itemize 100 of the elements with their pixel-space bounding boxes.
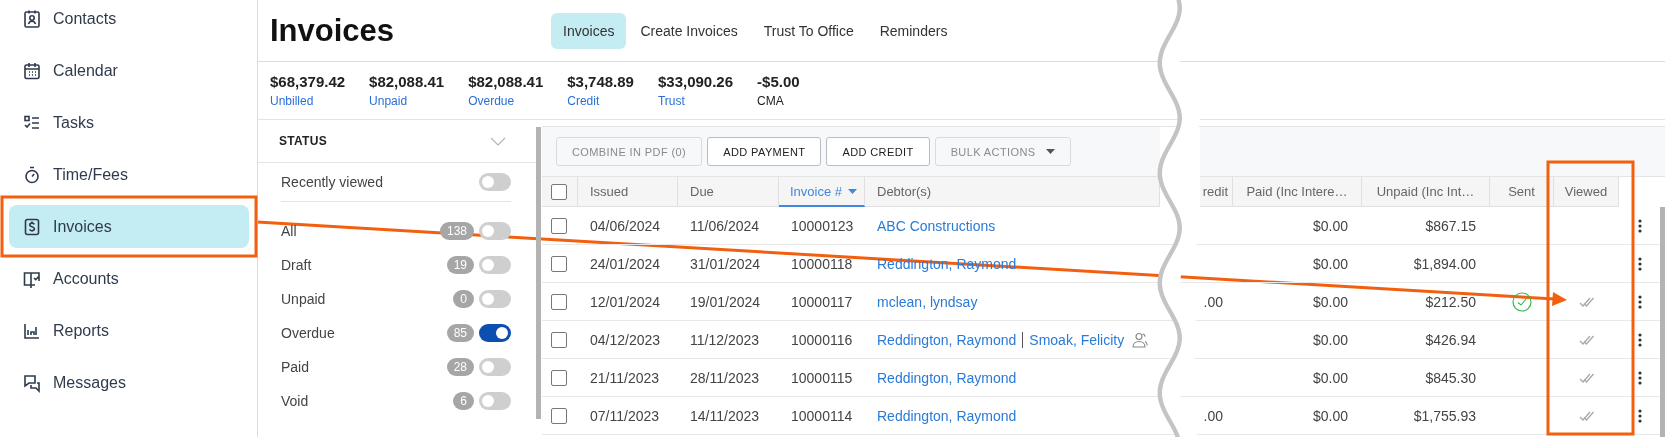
- sidebar-item[interactable]: Reports: [9, 309, 249, 352]
- debtor-link[interactable]: Smoak, Felicity: [1029, 331, 1125, 348]
- toggle-switch[interactable]: [479, 256, 511, 274]
- table-cell: 14/11/2023: [690, 407, 760, 424]
- column-header[interactable]: Issued: [578, 177, 678, 207]
- toggle-switch[interactable]: [479, 290, 511, 308]
- debtor-link[interactable]: Reddington, Raymond: [877, 407, 1017, 424]
- table-cell: 19/01/2024: [690, 293, 761, 310]
- more-icon[interactable]: [1637, 294, 1642, 309]
- table-cell: $212.50: [1425, 293, 1476, 310]
- table-cell: $0.00: [1312, 293, 1348, 310]
- sidebar-item[interactable]: Tasks: [9, 101, 249, 144]
- summary-amount: $33,090.26: [657, 73, 734, 90]
- summary-link[interactable]: Trust: [657, 94, 734, 108]
- toolbar-button[interactable]: ADD CREDIT: [826, 137, 930, 166]
- table-cell: $1,894.00: [1413, 255, 1476, 272]
- table-cell: 04/06/2024: [590, 217, 661, 234]
- people-icon: [1130, 331, 1149, 348]
- count-badge: 138: [439, 222, 474, 240]
- tab[interactable]: Trust To Office: [751, 12, 866, 49]
- table-cell: 11/12/2023: [690, 331, 760, 348]
- summary-link[interactable]: Unbilled: [270, 94, 346, 108]
- tab[interactable]: Create Invoices: [628, 12, 750, 49]
- stopwatch-icon: [22, 164, 42, 185]
- summary-link[interactable]: Credit: [567, 94, 634, 108]
- debtor-link[interactable]: Reddington, Raymond: [877, 331, 1017, 348]
- column-header[interactable]: Debtor(s): [865, 177, 1160, 207]
- checkbox[interactable]: [551, 331, 567, 348]
- column-header[interactable]: Sent: [1490, 177, 1554, 207]
- table-cell: $0.00: [1312, 369, 1348, 386]
- table-cell: $0.00: [1312, 331, 1348, 348]
- toggle-switch[interactable]: [479, 173, 511, 191]
- dollar-document-icon: [22, 216, 42, 237]
- table-cell: $845.30: [1425, 369, 1476, 386]
- count-badge: 85: [446, 324, 474, 342]
- table-cell: 10000116: [791, 331, 853, 348]
- table-cell: 28/11/2023: [690, 369, 760, 386]
- summary-link[interactable]: Overdue: [468, 94, 544, 108]
- filter-label: Unpaid: [281, 291, 327, 307]
- column-header[interactable]: Unpaid (Inc Int…: [1362, 177, 1490, 207]
- filter-label: Paid: [281, 359, 311, 375]
- table-cell: 07/11/2023: [590, 407, 660, 424]
- column-header[interactable]: Invoice #: [779, 177, 865, 207]
- toolbar-button[interactable]: ADD PAYMENT: [707, 137, 822, 166]
- count-badge: 28: [446, 358, 474, 376]
- checkbox[interactable]: [551, 217, 567, 234]
- more-icon[interactable]: [1637, 256, 1642, 271]
- debtor-link[interactable]: mclean, lyndsay: [877, 293, 978, 310]
- table-cell: 31/01/2024: [690, 255, 761, 272]
- filter-label: Overdue: [281, 325, 336, 341]
- sidebar-item[interactable]: Invoices: [9, 205, 249, 248]
- tab[interactable]: Invoices: [551, 12, 627, 49]
- contact-card-icon: [22, 8, 42, 29]
- more-icon[interactable]: [1637, 408, 1642, 423]
- summary-label: CMA: [757, 94, 785, 108]
- table-cell: .00: [1203, 407, 1223, 424]
- scrollbar[interactable]: [1660, 207, 1665, 437]
- table-cell: $0.00: [1312, 217, 1348, 234]
- column-header[interactable]: Paid (Inc Intere…: [1233, 177, 1362, 207]
- filter-heading: STATUS: [279, 134, 328, 148]
- table-cell: $867.15: [1425, 217, 1476, 234]
- filter-label: Draft: [281, 257, 313, 273]
- sidebar-item[interactable]: Calendar: [9, 49, 249, 92]
- checkbox[interactable]: [551, 407, 567, 424]
- more-icon[interactable]: [1637, 370, 1642, 385]
- toggle-switch[interactable]: [479, 358, 511, 376]
- table-cell: 10000115: [791, 369, 853, 386]
- table-cell: $0.00: [1312, 407, 1348, 424]
- summary-link[interactable]: Unpaid: [369, 94, 445, 108]
- checkbox[interactable]: [551, 183, 567, 200]
- debtor-link[interactable]: ABC Constructions: [877, 217, 996, 234]
- tab[interactable]: Reminders: [867, 12, 960, 49]
- sidebar-item[interactable]: Contacts: [9, 0, 249, 40]
- table-cell: 11/06/2024: [690, 217, 760, 234]
- chat-icon: [22, 372, 42, 393]
- checkbox[interactable]: [551, 369, 567, 386]
- table-cell: $0.00: [1312, 255, 1348, 272]
- toggle-switch[interactable]: [479, 324, 511, 342]
- table-cell: $1,755.93: [1413, 407, 1476, 424]
- filter-label: Recently viewed: [281, 174, 384, 190]
- column-header[interactable]: Viewed: [1554, 177, 1619, 207]
- checkbox[interactable]: [551, 293, 567, 310]
- column-header[interactable]: Due: [678, 177, 779, 207]
- debtor-link[interactable]: Reddington, Raymond: [877, 369, 1017, 386]
- more-icon[interactable]: [1637, 332, 1642, 347]
- sidebar-item[interactable]: Accounts: [9, 257, 249, 300]
- sidebar-item[interactable]: Messages: [9, 361, 249, 404]
- count-badge: 6: [453, 392, 474, 410]
- table-cell: 10000114: [791, 407, 853, 424]
- column-header[interactable]: redit: [1200, 177, 1233, 207]
- caret-icon: [1045, 149, 1055, 154]
- scrollbar[interactable]: [536, 127, 541, 419]
- toggle-switch[interactable]: [479, 222, 511, 240]
- toggle-switch[interactable]: [479, 392, 511, 410]
- checkbox[interactable]: [551, 255, 567, 272]
- count-badge: 0: [453, 290, 474, 308]
- sidebar-item[interactable]: Time/Fees: [9, 153, 249, 196]
- table-cell: 04/12/2023: [590, 331, 661, 348]
- table-cell: 10000123: [791, 217, 854, 234]
- more-icon[interactable]: [1637, 218, 1642, 233]
